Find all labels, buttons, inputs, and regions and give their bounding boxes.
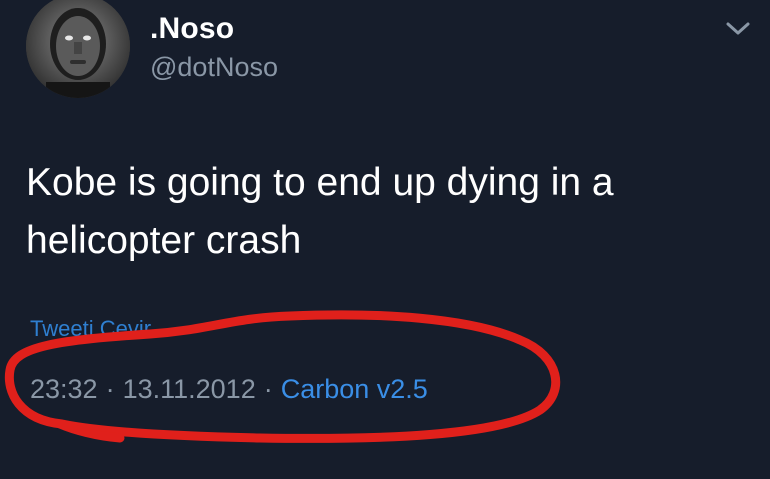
tweet-card: .Noso @dotNoso Kobe is going to end up d… [0, 0, 770, 479]
display-name[interactable]: .Noso [150, 12, 234, 46]
meta-separator: · [105, 374, 115, 404]
translate-tweet-link[interactable]: Tweeti Çevir [30, 316, 151, 342]
tweet-date: 13.11.2012 [122, 374, 256, 404]
avatar-photo [26, 0, 130, 98]
user-handle[interactable]: @dotNoso [150, 52, 278, 83]
tweet-time: 23:32 [30, 374, 98, 404]
tweet-metadata: 23:32 · 13.11.2012 · Carbon v2.5 [30, 374, 428, 405]
meta-separator: · [263, 374, 273, 404]
chevron-down-icon[interactable] [724, 18, 752, 38]
tweet-text: Kobe is going to end up dying in a helic… [26, 161, 614, 262]
avatar[interactable] [26, 0, 130, 98]
tweet-source-link[interactable]: Carbon v2.5 [281, 374, 428, 404]
